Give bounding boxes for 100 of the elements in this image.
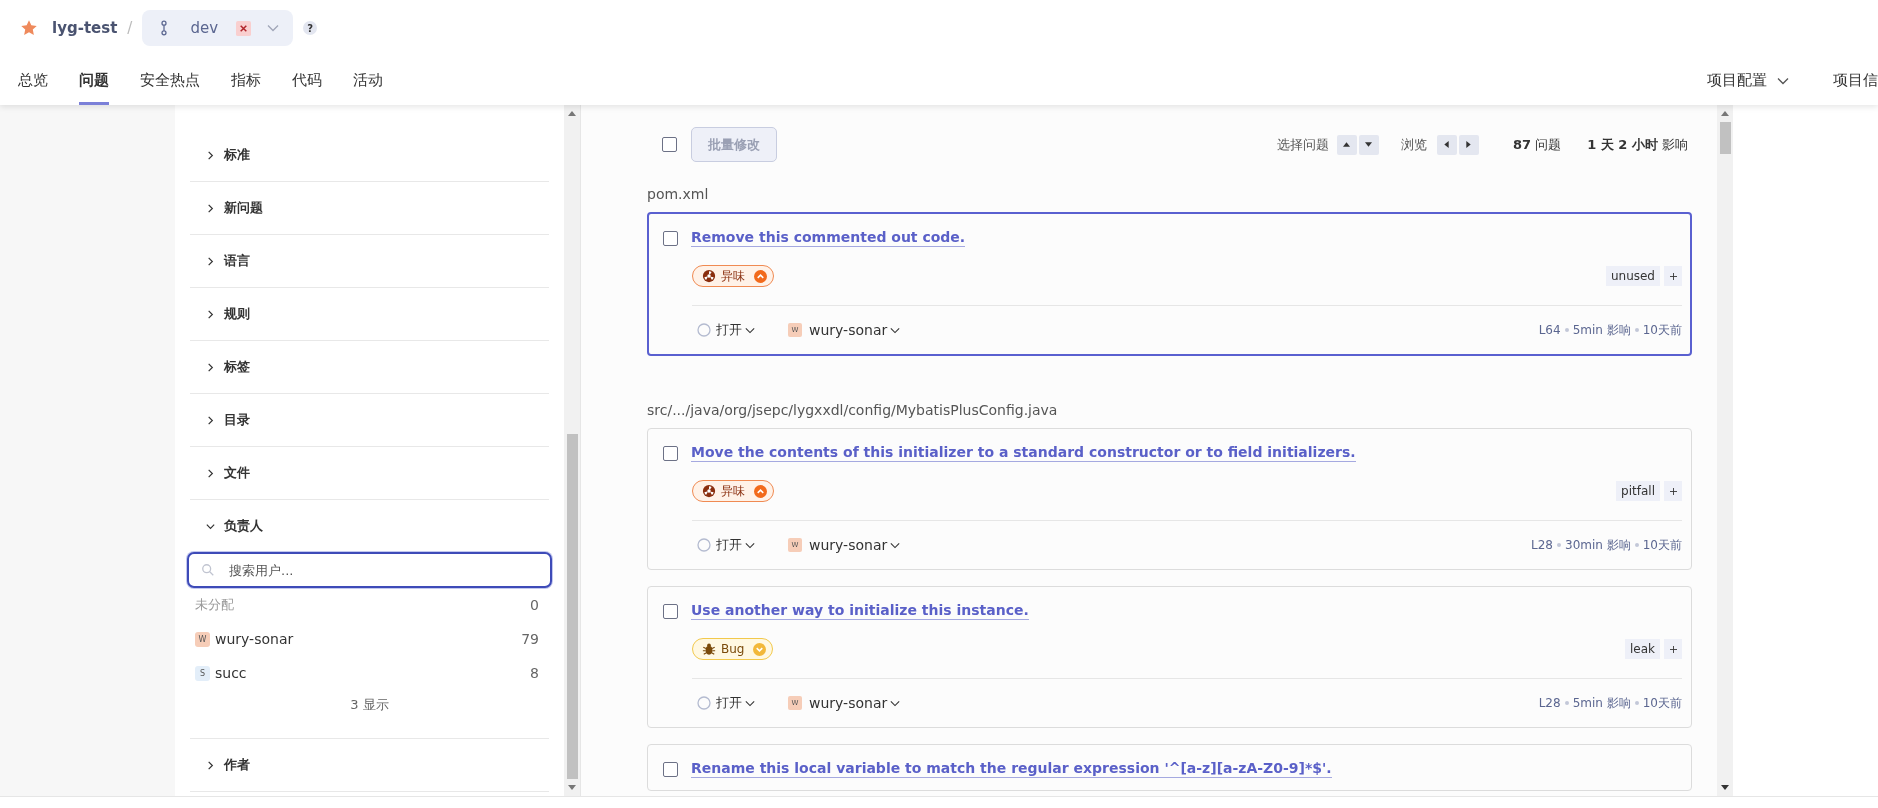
facet-title[interactable]: 文件: [224, 464, 250, 482]
tag[interactable]: leak: [1624, 639, 1660, 659]
chevron-right-icon[interactable]: [205, 202, 216, 214]
facet-title[interactable]: 负责人: [224, 517, 263, 535]
issue-title[interactable]: Use another way to initialize this instance.: [691, 602, 1029, 620]
file-path: src/.../java/org/jsepc/lygxxdl/config/MybatisPlusConfig.java: [647, 401, 1059, 420]
effort: 5min 影响: [1572, 321, 1631, 339]
circle-icon: [697, 323, 711, 337]
issue-title[interactable]: Rename this local variable to match the regular expression '^[a-z][a-zA-Z0-9]*$'.: [691, 760, 1332, 778]
caret-down-icon: [1365, 141, 1373, 148]
project-link[interactable]: lyg-test: [52, 19, 118, 37]
facet-title[interactable]: 语言: [224, 252, 250, 270]
scrollbar[interactable]: [1717, 105, 1733, 796]
status-dropdown[interactable]: 打开: [697, 321, 755, 339]
facet-item[interactable]: wury-sonar: [215, 631, 522, 647]
issue-title[interactable]: Remove this commented out code.: [691, 229, 966, 247]
checkbox[interactable]: [663, 603, 678, 619]
issue-count: 87 问题: [1512, 135, 1562, 154]
chevron-right-icon[interactable]: [205, 467, 216, 479]
chevron-down-icon: [890, 541, 901, 549]
facet-item[interactable]: succ: [215, 665, 531, 681]
help-icon[interactable]: ?: [303, 21, 318, 35]
facet-title[interactable]: 标签: [224, 358, 250, 376]
bug-icon: [702, 642, 716, 656]
caret-left-icon: [1443, 141, 1451, 148]
line-number[interactable]: L64: [1538, 323, 1561, 337]
facet-count: 79: [521, 631, 539, 647]
left-button[interactable]: [1436, 134, 1457, 155]
nav-tab[interactable]: 活动: [353, 56, 383, 105]
chevron-right-icon[interactable]: [205, 149, 216, 161]
facet-count: 8: [530, 665, 539, 681]
facet-title[interactable]: 规则: [224, 305, 250, 323]
caret-up-icon: [1343, 141, 1351, 148]
scroll-up-icon[interactable]: [1721, 111, 1729, 116]
plus-icon: [1669, 272, 1677, 280]
severity-icon: [754, 269, 767, 283]
nav-tab[interactable]: 总览: [18, 56, 48, 105]
breadcrumb-separator: /: [127, 19, 133, 37]
tag[interactable]: unused: [1605, 266, 1660, 286]
facet-title[interactable]: 作者: [224, 756, 250, 774]
search-icon: [201, 563, 215, 577]
nav-tab[interactable]: 指标: [231, 56, 261, 105]
nav-tab[interactable]: 代码: [292, 56, 322, 105]
add-tag-button[interactable]: [1664, 639, 1682, 659]
chevron-right-icon[interactable]: [205, 308, 216, 320]
nav-menu[interactable]: 项目配置: [1707, 56, 1767, 105]
search-field[interactable]: 搜索用户...: [187, 552, 552, 588]
checkbox[interactable]: [662, 137, 677, 152]
branch-selector[interactable]: dev: [142, 10, 294, 46]
select-issue-label: 选择问题: [1276, 135, 1329, 154]
add-tag-button[interactable]: [1664, 266, 1682, 286]
branch-icon: [160, 19, 169, 37]
status-dropdown[interactable]: 打开: [697, 694, 755, 712]
chevron-down-icon: [890, 326, 901, 334]
status-dropdown[interactable]: 打开: [697, 536, 755, 554]
type-badge[interactable]: 异味: [692, 265, 774, 287]
chevron-right-icon[interactable]: [205, 414, 216, 426]
scrollbar-thumb[interactable]: [1719, 122, 1731, 154]
radiation-icon: [702, 269, 716, 283]
type-badge[interactable]: 异味: [692, 480, 774, 502]
chevron-right-icon[interactable]: [205, 759, 216, 771]
right-button[interactable]: [1458, 134, 1479, 155]
effort: 30min 影响: [1565, 536, 1631, 554]
issue-title[interactable]: Move the contents of this initializer to a standard constructor or to field initializers.: [691, 444, 1356, 462]
nav-tab[interactable]: 安全热点: [140, 56, 200, 105]
plus-icon: [1669, 487, 1677, 495]
line-number[interactable]: L28: [1538, 696, 1561, 710]
show-more-link[interactable]: 3 显示: [190, 690, 549, 728]
avatar: W: [195, 631, 210, 647]
circle-icon: [697, 538, 711, 552]
close-icon[interactable]: [236, 20, 252, 36]
add-tag-button[interactable]: [1664, 481, 1682, 501]
chevron-right-icon[interactable]: [205, 255, 216, 267]
plus-icon: [1669, 645, 1677, 653]
facet-title[interactable]: 标准: [224, 146, 250, 164]
tag[interactable]: pitfall: [1616, 481, 1660, 501]
scroll-down-icon[interactable]: [1721, 785, 1729, 790]
severity-icon: [754, 484, 767, 498]
star-icon[interactable]: [20, 19, 38, 37]
up-button[interactable]: [1336, 134, 1357, 155]
facet-title[interactable]: 目录: [224, 411, 250, 429]
checkbox[interactable]: [663, 230, 678, 246]
issue-card[interactable]: Rename this local variable to match the regular expression '^[a-z][a-zA-Z0-9]*$'.: [647, 744, 1692, 791]
severity-icon: [753, 642, 767, 656]
facet-title[interactable]: 新问题: [224, 199, 263, 217]
checkbox[interactable]: [663, 445, 678, 461]
facet-count: 0: [530, 597, 539, 613]
checkbox[interactable]: [663, 761, 678, 777]
effort: 5min 影响: [1572, 694, 1631, 712]
nav-menu[interactable]: 项目信: [1833, 56, 1878, 105]
down-button[interactable]: [1358, 134, 1379, 155]
type-badge[interactable]: Bug: [692, 638, 774, 660]
line-number[interactable]: L28: [1531, 538, 1553, 552]
scrollbar[interactable]: [564, 105, 580, 796]
scroll-up-icon[interactable]: [568, 111, 576, 116]
scrollbar-thumb[interactable]: [566, 434, 578, 779]
chevron-down-icon: [745, 699, 755, 707]
issue-age: 10天前: [1642, 321, 1682, 339]
chevron-right-icon[interactable]: [205, 361, 216, 373]
issue-age: 10天前: [1642, 536, 1682, 554]
